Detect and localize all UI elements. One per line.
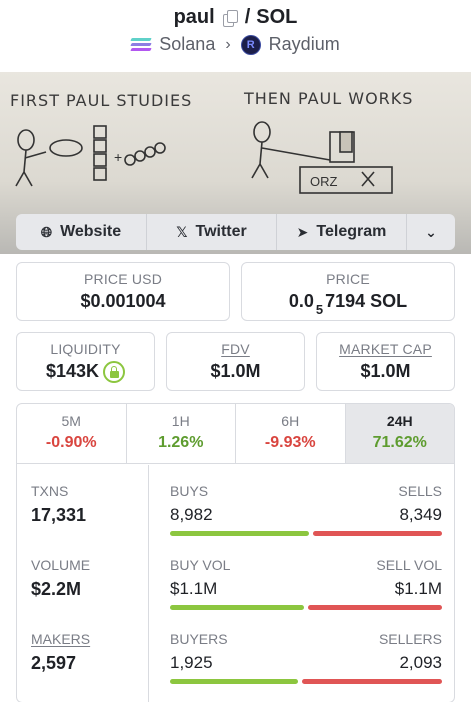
website-label: Website [60, 223, 122, 240]
liquidity-card: LIQUIDITY $143K [16, 332, 155, 391]
telegram-button[interactable]: ➤ Telegram [277, 214, 407, 250]
tab-1h[interactable]: 1H 1.26% [127, 404, 236, 463]
telegram-icon: ➤ [296, 223, 309, 240]
market-cap-card: MARKET CAP $1.0M [316, 332, 455, 391]
txns-value: 17,331 [31, 505, 87, 525]
globe-icon: 🌐︎ [40, 223, 53, 240]
pair-header: paul / SOL Solana › R Raydium [0, 0, 471, 70]
makers-label[interactable]: MAKERS [31, 631, 90, 647]
chevron-down-icon: ⌄ [425, 223, 437, 240]
tab-5m-change: -0.90% [45, 434, 97, 451]
buyers-value: 1,925 [170, 653, 213, 672]
quote-symbol: SOL [256, 6, 298, 28]
buyers-sellers-bar [170, 679, 442, 684]
social-links-bar: 🌐︎ Website 𝕏 Twitter ➤ Telegram ⌄ [16, 214, 455, 250]
tab-24h-change: 71.62% [372, 434, 427, 451]
banner-sign-text: ORZ [310, 174, 338, 189]
timeframe-tabs: 5M -0.90% 1H 1.26% 6H -9.93% 24H 71.62% [17, 404, 454, 464]
banner-left-drawing: + [15, 125, 166, 187]
price-usd-label: PRICE USD [83, 271, 163, 287]
tab-1h-change: 1.26% [158, 434, 204, 451]
sellers-value: 2,093 [399, 653, 442, 672]
market-cap-label[interactable]: MARKET CAP [317, 341, 454, 357]
tab-5m[interactable]: 5M -0.90% [17, 404, 127, 463]
fdv-value: $1.0M [210, 361, 261, 381]
price-native-value: 0.0 5 7194 SOL [288, 291, 408, 317]
sell-vol-bar-fill [308, 605, 442, 610]
chain-name[interactable]: Solana [159, 34, 215, 55]
fdv-label[interactable]: FDV [167, 341, 304, 357]
tab-24h[interactable]: 24H 71.62% [345, 404, 454, 463]
tab-6h[interactable]: 6H -9.93% [236, 404, 346, 463]
banner-left-text: FIRST PAUL STUDIES [10, 91, 192, 110]
buyers-sellers-row: BUYERS SELLERS 1,925 2,093 [170, 631, 442, 684]
makers-value: 2,597 [31, 653, 77, 673]
pair-title: paul / SOL [0, 6, 471, 29]
liquidity-value: $143K [45, 361, 100, 381]
price-usd-value: $0.001004 [80, 291, 166, 311]
website-button[interactable]: 🌐︎ Website [16, 214, 147, 250]
chevron-right-icon: › [225, 35, 231, 53]
buys-sells-bar [170, 531, 442, 536]
banner-right-text: THEN PAUL WORKS [243, 89, 413, 108]
buy-vol-bar-fill [170, 605, 304, 610]
sells-bar-fill [313, 531, 442, 536]
token-symbol: paul [173, 6, 215, 28]
fdv-card: FDV $1.0M [166, 332, 305, 391]
banner-right-drawing: ORZ [251, 121, 393, 194]
buy-vol-value: $1.1M [170, 579, 218, 598]
twitter-label: Twitter [195, 223, 247, 240]
txns-metric: TXNS 17,331 [31, 483, 87, 525]
volume-metric: VOLUME $2.2M [31, 557, 91, 599]
market-cap-value: $1.0M [360, 361, 411, 381]
sells-value: 8,349 [399, 505, 442, 524]
solana-icon [130, 38, 152, 51]
sell-vol-value: $1.1M [394, 579, 442, 598]
trading-stats-panel: 5M -0.90% 1H 1.26% 6H -9.93% 24H 71.62% … [16, 403, 455, 702]
volume-value: $2.2M [31, 579, 82, 599]
twitter-button[interactable]: 𝕏 Twitter [147, 214, 277, 250]
buys-sells-row: BUYS SELLS 8,982 8,349 [170, 483, 442, 536]
price-native-zero-count: 5 [315, 302, 324, 317]
raydium-icon: R [240, 34, 261, 55]
totals-column: TXNS 17,331 VOLUME $2.2M MAKERS 2,597 [17, 465, 149, 702]
volume-split-bar [170, 605, 442, 610]
makers-metric: MAKERS 2,597 [31, 631, 90, 674]
pair-separator: / [244, 6, 251, 28]
sellers-bar-fill [302, 679, 442, 684]
svg-text:+: + [114, 149, 122, 165]
tab-6h-change: -9.93% [264, 434, 316, 451]
liquidity-label: LIQUIDITY [50, 341, 121, 357]
chain-dex-row: Solana › R Raydium [0, 34, 471, 55]
telegram-label: Telegram [316, 223, 387, 240]
price-native-label: PRICE [326, 271, 370, 287]
price-native-card: PRICE 0.0 5 7194 SOL [241, 262, 455, 321]
volume-split-row: BUY VOL SELL VOL $1.1M $1.1M [170, 557, 442, 610]
buyers-bar-fill [170, 679, 298, 684]
x-logo-icon: 𝕏 [176, 223, 188, 240]
buys-value: 8,982 [170, 505, 213, 524]
more-links-button[interactable]: ⌄ [407, 214, 455, 250]
buys-bar-fill [170, 531, 309, 536]
liquidity-lock-icon[interactable] [103, 361, 126, 384]
copy-icon[interactable] [222, 9, 238, 27]
price-usd-card: PRICE USD $0.001004 [16, 262, 230, 321]
dex-name[interactable]: Raydium [269, 34, 340, 55]
